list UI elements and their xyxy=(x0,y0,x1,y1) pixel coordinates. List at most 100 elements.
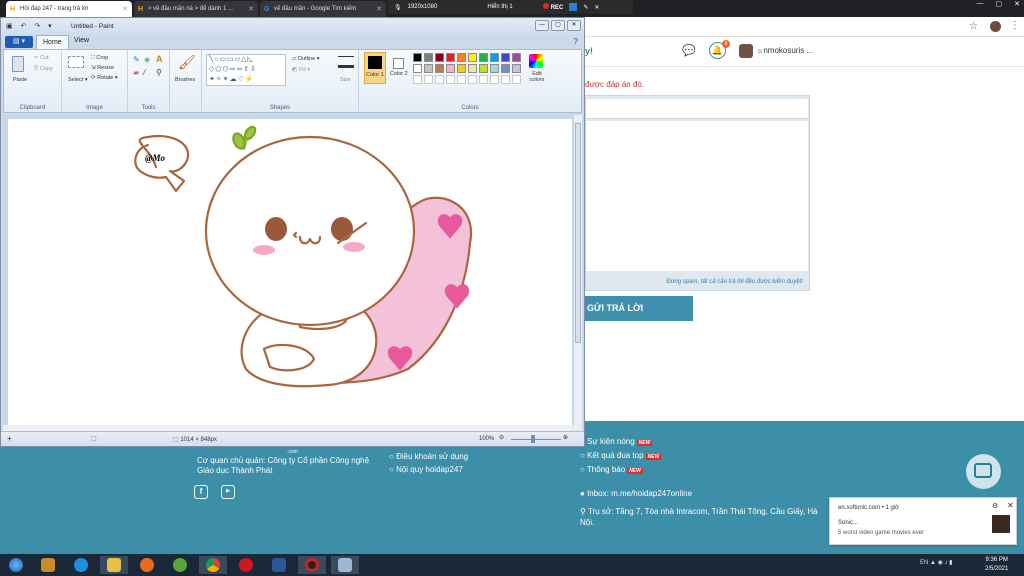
close-tab-icon[interactable]: ✕ xyxy=(122,5,128,13)
copy-button[interactable]: ⎘ Copy xyxy=(34,66,53,73)
palette-swatch[interactable] xyxy=(490,64,499,73)
brush-icon[interactable]: 🖌 xyxy=(178,54,196,71)
palette-swatch[interactable] xyxy=(435,64,444,73)
palette-swatch[interactable] xyxy=(413,53,422,62)
tab-home[interactable]: Home xyxy=(36,35,69,49)
chat-icon[interactable]: 💬 xyxy=(682,44,696,57)
minimize-icon[interactable]: — xyxy=(977,0,984,10)
cut-button[interactable]: ✂ Cut xyxy=(34,55,49,61)
site-brand[interactable]: y! xyxy=(585,46,593,56)
taskbar-app[interactable] xyxy=(166,556,194,574)
pen-icon[interactable]: ✎ xyxy=(583,4,588,11)
zoom-out-icon[interactable]: ⊖ xyxy=(499,434,504,441)
palette-swatch-empty[interactable] xyxy=(446,75,455,84)
taskbar-opera[interactable] xyxy=(232,556,260,574)
palette-swatch[interactable] xyxy=(468,64,477,73)
maximize-icon[interactable]: ▢ xyxy=(996,0,1003,10)
palette-swatch-empty[interactable] xyxy=(501,75,510,84)
close-tab-icon[interactable]: ✕ xyxy=(248,5,254,13)
profile-avatar[interactable] xyxy=(990,21,1001,32)
mic-icon[interactable]: 🎙 xyxy=(394,4,402,11)
palette-swatch-empty[interactable] xyxy=(424,75,433,84)
browser-tab-hoidap[interactable]: H Hỏi đáp 247 - trang trả lời ✕ xyxy=(6,1,132,17)
drawing-canvas[interactable]: @Mo xyxy=(8,119,572,431)
palette-swatch[interactable] xyxy=(512,64,521,73)
palette-swatch-empty[interactable] xyxy=(490,75,499,84)
palette-swatch[interactable] xyxy=(424,64,433,73)
palette-swatch[interactable] xyxy=(479,64,488,73)
color1-selector[interactable]: Color 1 xyxy=(364,52,386,84)
footer-link-notices[interactable]: ○ Thông báo NEW xyxy=(580,465,643,474)
browser-menu-icon[interactable]: ⋮ xyxy=(1010,20,1020,31)
rotate-button[interactable]: ⟳ Rotate ▾ xyxy=(91,75,118,81)
stop-icon[interactable] xyxy=(569,3,578,11)
taskbar-recorder[interactable] xyxy=(298,556,326,574)
palette-swatch[interactable] xyxy=(457,64,466,73)
footer-link-rules[interactable]: ○ Nội quy hoidap247 xyxy=(389,465,463,474)
user-name[interactable]: ☼nmokosuris ... xyxy=(756,46,813,55)
fill-button[interactable]: ◩ Fill ▾ xyxy=(292,67,310,73)
taskbar-chrome[interactable] xyxy=(199,556,227,574)
shapes-gallery[interactable]: ╲○▭▭▱△◺ ◇⬠⬡⇨⇦⇧⇩ ✦✧✶☁♡⚡ xyxy=(206,54,286,86)
edit-colors-icon[interactable] xyxy=(529,54,543,68)
tab-view[interactable]: View xyxy=(74,37,89,44)
palette-swatch[interactable] xyxy=(413,64,422,73)
gear-icon[interactable]: ⚙ xyxy=(992,502,998,510)
rec-button[interactable]: REC xyxy=(542,3,563,11)
paint-minimize-button[interactable]: — xyxy=(535,20,549,31)
color-picker-icon[interactable]: ⁄ xyxy=(144,68,145,77)
paste-button[interactable]: Paste xyxy=(13,77,27,83)
youtube-icon[interactable]: ▶ xyxy=(221,485,235,499)
user-avatar[interactable] xyxy=(739,44,753,58)
palette-swatch[interactable] xyxy=(457,53,466,62)
palette-swatch[interactable] xyxy=(479,53,488,62)
help-icon[interactable]: ? xyxy=(574,37,578,46)
size-icon[interactable] xyxy=(338,56,354,68)
footer-link-events[interactable]: ○ Sự kiện nóngNEW xyxy=(580,437,653,446)
taskbar-clock[interactable]: 9:36 PM 2/5/2021 xyxy=(985,556,1008,574)
palette-swatch[interactable] xyxy=(501,53,510,62)
close-tab-icon[interactable]: ✕ xyxy=(376,5,382,13)
zoom-slider[interactable] xyxy=(511,439,561,440)
palette-swatch[interactable] xyxy=(435,53,444,62)
palette-swatch-empty[interactable] xyxy=(457,75,466,84)
palette-swatch[interactable] xyxy=(468,53,477,62)
zoom-slider-knob[interactable] xyxy=(531,435,535,443)
close-recorder-icon[interactable]: ✕ xyxy=(594,4,599,11)
palette-swatch-empty[interactable] xyxy=(413,75,422,84)
fill-bucket-icon[interactable]: ◈ xyxy=(144,55,150,64)
system-tray[interactable]: EN ▲ ◉ ♪ ▮ xyxy=(920,559,953,566)
size-button[interactable]: Size xyxy=(340,77,351,83)
palette-swatch[interactable] xyxy=(512,53,521,62)
paint-close-button[interactable]: ✕ xyxy=(567,20,581,31)
palette-swatch-empty[interactable] xyxy=(435,75,444,84)
close-icon[interactable]: ✕ xyxy=(1007,501,1014,510)
paste-icon[interactable] xyxy=(12,56,24,72)
taskbar-firefox[interactable] xyxy=(133,556,161,574)
footer-inbox[interactable]: ● Inbox: m.me/hoidap247online xyxy=(580,489,692,498)
palette-swatch[interactable] xyxy=(446,64,455,73)
browser-tab-2[interactable]: H > về đâu mãn nà > để dành 1 ... ✕ xyxy=(134,1,258,17)
color2-selector[interactable]: Color 2 xyxy=(389,52,411,84)
crop-button[interactable]: ⛶ Crop xyxy=(91,55,108,62)
answer-textarea[interactable] xyxy=(586,121,808,271)
palette-swatch[interactable] xyxy=(501,64,510,73)
chat-fab-button[interactable] xyxy=(966,454,1001,489)
select-button[interactable]: Select ▾ xyxy=(68,77,88,83)
submit-answer-button[interactable]: GỬI TRẢ LỜI xyxy=(585,296,693,321)
close-window-icon[interactable]: ✕ xyxy=(1014,0,1020,10)
resize-button[interactable]: ⇲ Resize xyxy=(91,65,114,71)
footer-link-results[interactable]: ○ Kết quả đua top NEW xyxy=(580,451,662,460)
palette-swatch-empty[interactable] xyxy=(512,75,521,84)
vertical-scrollbar[interactable] xyxy=(574,115,582,435)
paint-maximize-button[interactable]: ▢ xyxy=(551,20,565,31)
bookmark-star-icon[interactable]: ☆ xyxy=(969,21,978,32)
palette-swatch-empty[interactable] xyxy=(479,75,488,84)
select-icon[interactable] xyxy=(68,56,84,68)
magnifier-icon[interactable]: ⚲ xyxy=(156,68,162,77)
facebook-icon[interactable]: f xyxy=(194,485,208,499)
palette-swatch[interactable] xyxy=(424,53,433,62)
brushes-button[interactable]: Brushes xyxy=(175,77,195,83)
zoom-in-icon[interactable]: ⊕ xyxy=(563,434,568,441)
taskbar-paint[interactable] xyxy=(331,556,359,574)
